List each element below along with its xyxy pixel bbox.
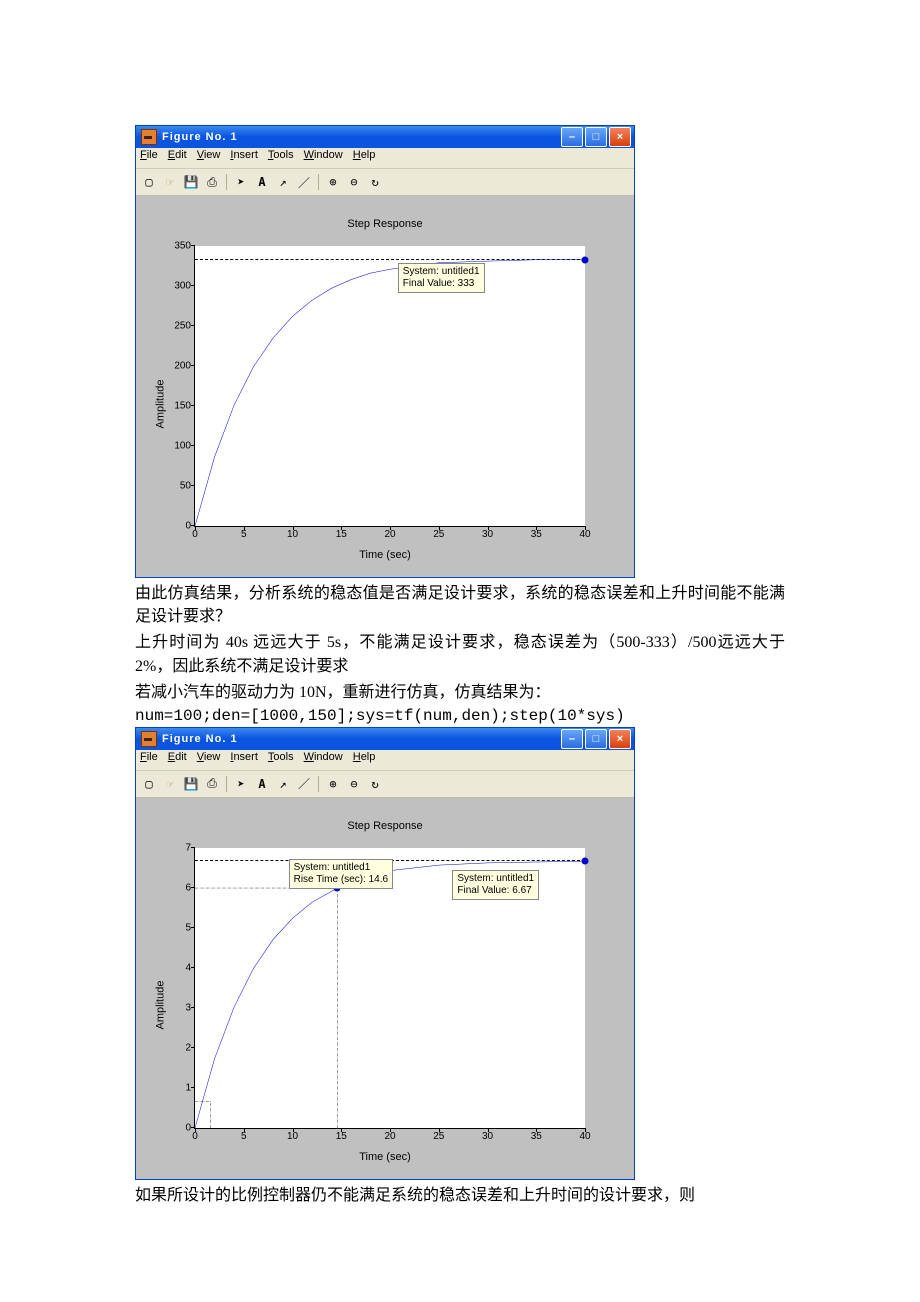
chart-2-final-datatip: System: untitled1 Final Value: 6.67 bbox=[452, 870, 539, 900]
line-icon[interactable]: ／ bbox=[295, 173, 313, 191]
figure-2-titlebar[interactable]: Figure No. 1 – □ × bbox=[136, 728, 634, 750]
print-icon[interactable]: ⎙ bbox=[203, 173, 221, 191]
maximize-button[interactable]: □ bbox=[585, 729, 607, 749]
menu-tools[interactable]: Tools bbox=[268, 149, 294, 167]
paragraph-3: 若减小汽车的驱动力为 10N，重新进行仿真，仿真结果为： bbox=[135, 681, 785, 704]
figure-2-title: Figure No. 1 bbox=[162, 733, 561, 745]
matlab-figure-icon bbox=[141, 731, 157, 747]
chart-2-title: Step Response bbox=[164, 820, 606, 834]
menu-window[interactable]: Window bbox=[304, 149, 343, 167]
menu-view[interactable]: View bbox=[197, 751, 221, 769]
open-icon[interactable]: ☞ bbox=[161, 775, 179, 793]
pointer-icon[interactable]: ➤ bbox=[232, 775, 250, 793]
chart-2-final-marker[interactable] bbox=[582, 858, 589, 865]
line-icon[interactable]: ／ bbox=[295, 775, 313, 793]
text-icon[interactable]: A bbox=[253, 775, 271, 793]
maximize-button[interactable]: □ bbox=[585, 127, 607, 147]
open-icon[interactable]: ☞ bbox=[161, 173, 179, 191]
paragraph-4: 如果所设计的比例控制器仍不能满足系统的稳态误差和上升时间的设计要求，则 bbox=[135, 1184, 785, 1207]
menu-window[interactable]: Window bbox=[304, 751, 343, 769]
figure-1-menubar: File Edit View Insert Tools Window Help bbox=[136, 148, 634, 169]
zoom-out-icon[interactable]: ⊖ bbox=[345, 775, 363, 793]
figure-1-plot-area: Step Response Amplitude 0 50 100 150 200… bbox=[136, 196, 634, 577]
menu-help[interactable]: Help bbox=[353, 751, 376, 769]
arrow-icon[interactable]: ↗ bbox=[274, 173, 292, 191]
chart-2-rise-datatip: System: untitled1 Rise Time (sec): 14.6 bbox=[289, 859, 393, 889]
figure-1-title: Figure No. 1 bbox=[162, 131, 561, 143]
chart-1-curve bbox=[195, 246, 585, 526]
arrow-icon[interactable]: ↗ bbox=[274, 775, 292, 793]
close-button[interactable]: × bbox=[609, 729, 631, 749]
rotate-icon[interactable]: ↻ bbox=[366, 775, 384, 793]
save-icon[interactable]: 💾 bbox=[182, 173, 200, 191]
rotate-icon[interactable]: ↻ bbox=[366, 173, 384, 191]
menu-file[interactable]: File bbox=[140, 751, 158, 769]
save-icon[interactable]: 💾 bbox=[182, 775, 200, 793]
paragraph-2: 上升时间为 40s 远远大于 5s，不能满足设计要求，稳态误差为（500-333… bbox=[135, 631, 785, 677]
print-icon[interactable]: ⎙ bbox=[203, 775, 221, 793]
chart-2-axes: 0 1 2 3 4 5 6 7 0 5 10 15 20 25 30 35 bbox=[194, 848, 585, 1129]
figure-2-window: Figure No. 1 – □ × File Edit View Insert… bbox=[135, 727, 635, 1180]
menu-help[interactable]: Help bbox=[353, 149, 376, 167]
menu-file[interactable]: File bbox=[140, 149, 158, 167]
figure-1-titlebar[interactable]: Figure No. 1 – □ × bbox=[136, 126, 634, 148]
chart-1-marker[interactable] bbox=[582, 256, 589, 263]
chart-1-datatip: System: untitled1 Final Value: 333 bbox=[398, 263, 485, 293]
chart-1-title: Step Response bbox=[164, 218, 606, 232]
menu-tools[interactable]: Tools bbox=[268, 751, 294, 769]
pointer-icon[interactable]: ➤ bbox=[232, 173, 250, 191]
new-icon[interactable]: ▢ bbox=[140, 775, 158, 793]
figure-2-toolbar: ▢ ☞ 💾 ⎙ ➤ A ↗ ／ ⊕ ⊖ ↻ bbox=[136, 771, 634, 798]
matlab-figure-icon bbox=[141, 129, 157, 145]
text-icon[interactable]: A bbox=[253, 173, 271, 191]
chart-1-axes: 0 50 100 150 200 250 300 350 0 5 10 15 2… bbox=[194, 246, 585, 527]
menu-edit[interactable]: Edit bbox=[168, 751, 187, 769]
minimize-button[interactable]: – bbox=[561, 729, 583, 749]
menu-edit[interactable]: Edit bbox=[168, 149, 187, 167]
zoom-in-icon[interactable]: ⊕ bbox=[324, 173, 342, 191]
zoom-in-icon[interactable]: ⊕ bbox=[324, 775, 342, 793]
minimize-button[interactable]: – bbox=[561, 127, 583, 147]
paragraph-1: 由此仿真结果，分析系统的稳态值是否满足设计要求，系统的稳态误差和上升时间能不能满… bbox=[135, 582, 785, 628]
figure-1-toolbar: ▢ ☞ 💾 ⎙ ➤ A ↗ ／ ⊕ ⊖ ↻ bbox=[136, 169, 634, 196]
new-icon[interactable]: ▢ bbox=[140, 173, 158, 191]
menu-view[interactable]: View bbox=[197, 149, 221, 167]
chart-1-ylabel: Amplitude bbox=[154, 379, 166, 428]
close-button[interactable]: × bbox=[609, 127, 631, 147]
chart-2-ylabel: Amplitude bbox=[154, 981, 166, 1030]
zoom-out-icon[interactable]: ⊖ bbox=[345, 173, 363, 191]
figure-1-window: Figure No. 1 – □ × File Edit View Insert… bbox=[135, 125, 635, 578]
menu-insert[interactable]: Insert bbox=[230, 149, 258, 167]
figure-2-menubar: File Edit View Insert Tools Window Help bbox=[136, 750, 634, 771]
code-line: num=100;den=[1000,150];sys=tf(num,den);s… bbox=[135, 707, 785, 725]
menu-insert[interactable]: Insert bbox=[230, 751, 258, 769]
figure-2-plot-area: Step Response Amplitude 0 1 2 3 4 5 6 7 … bbox=[136, 798, 634, 1179]
